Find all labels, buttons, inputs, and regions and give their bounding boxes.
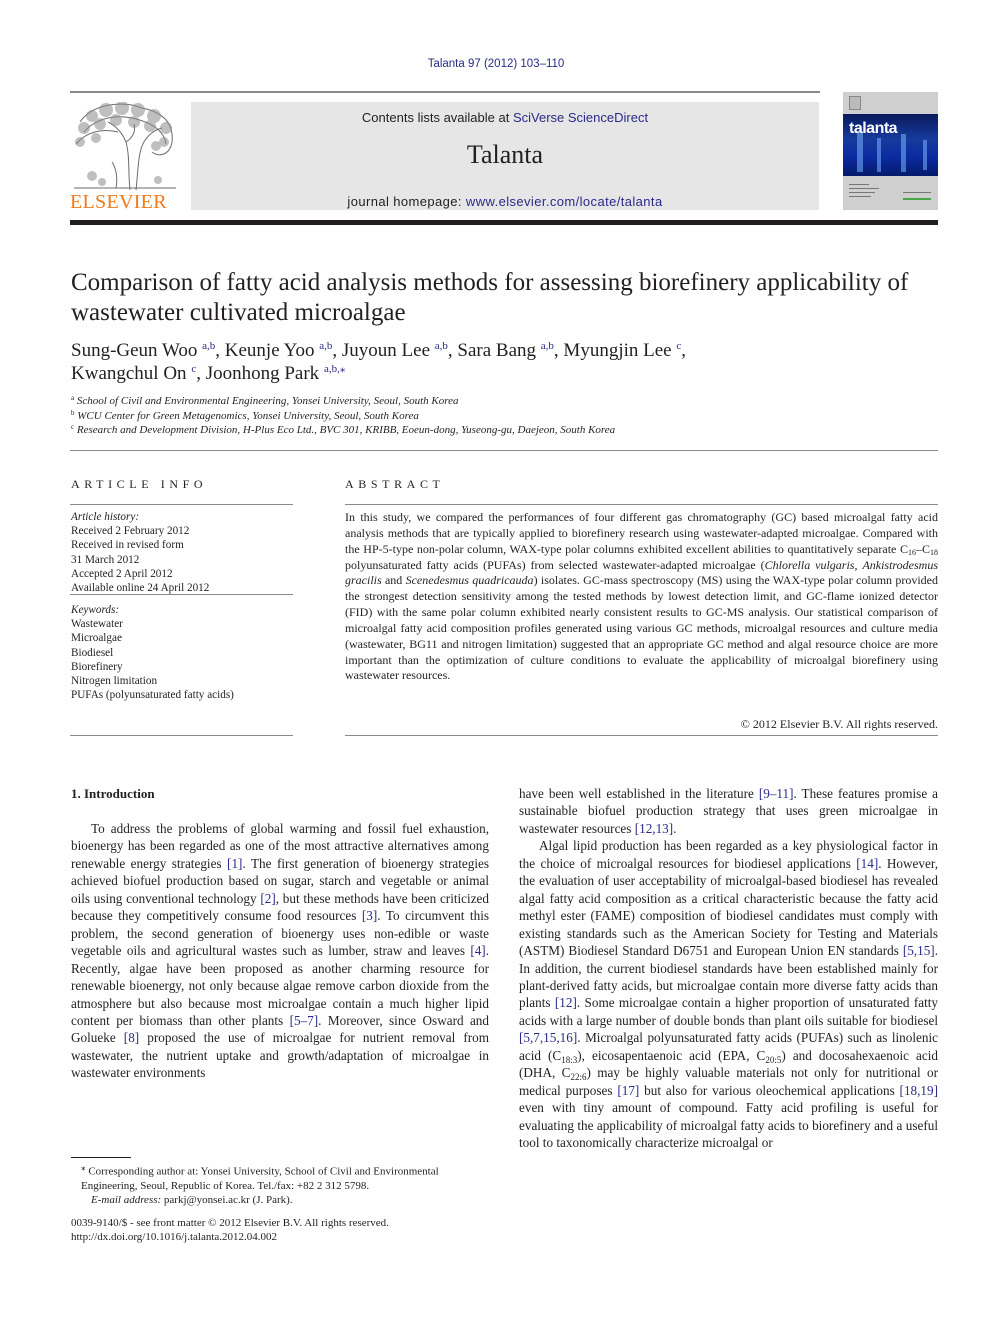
citation-link[interactable]: [8]: [124, 1030, 139, 1045]
author[interactable]: Myungjin Lee c: [563, 340, 681, 361]
body-column-left: To address the problems of global warmin…: [71, 820, 489, 1082]
footnote-divider: [71, 1157, 131, 1158]
elsevier-tree-icon: [74, 102, 176, 190]
elsevier-logo[interactable]: ELSEVIER: [70, 102, 182, 213]
citation-link[interactable]: [17]: [617, 1083, 639, 1098]
abstract-heading: ABSTRACT: [345, 477, 445, 491]
citation-link[interactable]: [5,7,15,16]: [519, 1030, 577, 1045]
divider: [70, 594, 293, 595]
history-item: 31 March 2012: [71, 553, 140, 566]
cover-publisher-icon: [849, 96, 861, 110]
keyword: Biodiesel: [71, 646, 114, 659]
body-column-right: have been well established in the litera…: [519, 785, 938, 1152]
cover-green-line: [903, 198, 931, 200]
citation-link[interactable]: [3]: [362, 908, 377, 923]
journal-title: Talanta: [466, 140, 544, 169]
email-address[interactable]: parkj@yonsei.ac.kr (J. Park).: [161, 1194, 293, 1206]
keyword: Wastewater: [71, 618, 123, 631]
keywords: Keywords: Wastewater Microalgae Biodiese…: [71, 603, 293, 702]
contents-line: Contents lists available at SciVerse Sci…: [191, 110, 819, 125]
divider: [345, 735, 938, 736]
citation-link[interactable]: [12,13]: [635, 821, 673, 836]
abstract-copyright: © 2012 Elsevier B.V. All rights reserved…: [740, 717, 938, 731]
paragraph: Algal lipid production has been regarded…: [519, 838, 939, 1151]
keyword: Nitrogen limitation: [71, 675, 158, 688]
history-label: Article history:: [71, 511, 140, 523]
citation-link[interactable]: [9–11]: [759, 786, 794, 801]
homepage-line: journal homepage: www.elsevier.com/locat…: [191, 194, 819, 209]
keyword: Microalgae: [71, 632, 122, 645]
issn-line: 0039-9140/$ - see front matter © 2012 El…: [71, 1217, 389, 1229]
masthead-thick-divider: [70, 220, 938, 225]
article-info-heading: ARTICLE INFO: [71, 477, 208, 491]
journal-homepage-link[interactable]: www.elsevier.com/locate/talanta: [466, 194, 663, 209]
keyword: PUFAs (polyunsaturated fatty acids): [71, 689, 234, 702]
author[interactable]: Keunje Yoo a,b: [225, 340, 333, 361]
keyword: Biorefinery: [71, 660, 123, 673]
sciencedirect-link[interactable]: SciVerse ScienceDirect: [513, 110, 648, 125]
author[interactable]: Sung-Geun Woo a,b: [71, 340, 215, 361]
journal-masthead: Contents lists available at SciVerse Sci…: [191, 102, 819, 210]
affiliation: b WCU Center for Green Metagenomics, Yon…: [71, 408, 419, 422]
article-title: Comparison of fatty acid analysis method…: [71, 269, 909, 326]
history-item: Received in revised form: [71, 539, 184, 552]
citation-link[interactable]: [14]: [856, 856, 878, 871]
citation-link[interactable]: [4]: [470, 943, 485, 958]
affiliation: a School of Civil and Environmental Engi…: [71, 394, 459, 408]
citation-link[interactable]: [5–7]: [290, 1013, 319, 1028]
history-item: Accepted 2 April 2012: [71, 567, 173, 580]
email-label: E-mail address:: [91, 1194, 162, 1207]
corresponding-author-footnote: ⁎ Corresponding author at: Yonsei Univer…: [81, 1162, 439, 1207]
journal-cover-thumbnail[interactable]: talanta: [843, 92, 938, 210]
homepage-prefix: journal homepage:: [347, 194, 466, 209]
doi-link[interactable]: http://dx.doi.org/10.1016/j.talanta.2012…: [71, 1230, 491, 1244]
divider: [345, 504, 938, 505]
author[interactable]: Joonhong Park a,b,⁎: [206, 363, 346, 384]
citation-link[interactable]: [12]: [555, 995, 577, 1010]
divider: [70, 735, 293, 736]
citation-link[interactable]: [1]: [227, 856, 242, 871]
affiliation: c Research and Development Division, H-P…: [71, 423, 616, 437]
author-list: Sung-Geun Woo a,b, Keunje Yoo a,b, Juyou…: [71, 340, 686, 384]
keywords-label: Keywords:: [71, 604, 120, 616]
paragraph: have been well established in the litera…: [519, 786, 938, 836]
abstract-text: In this study, we compared the performan…: [345, 510, 938, 683]
citation-link[interactable]: [18,19]: [900, 1083, 938, 1098]
section-heading-introduction: 1. Introduction: [71, 786, 155, 801]
front-matter: 0039-9140/$ - see front matter © 2012 El…: [71, 1216, 491, 1244]
paragraph: To address the problems of global warmin…: [71, 821, 489, 1081]
author[interactable]: Juyoun Lee a,b: [342, 340, 448, 361]
divider: [70, 504, 293, 505]
elsevier-wordmark: ELSEVIER: [70, 191, 167, 213]
affiliations: a School of Civil and Environmental Engi…: [71, 394, 931, 438]
citation-link[interactable]: [2]: [260, 891, 275, 906]
cover-title: talanta: [849, 120, 898, 137]
history-item: Received 2 February 2012: [71, 525, 190, 538]
citation-link[interactable]: [5,15]: [903, 943, 935, 958]
contents-prefix: Contents lists available at: [361, 110, 513, 125]
author[interactable]: Sara Bang a,b: [457, 340, 554, 361]
author[interactable]: Kwangchul On c: [71, 363, 196, 384]
article-history: Article history: Received 2 February 201…: [71, 510, 293, 595]
title-divider: [70, 450, 938, 451]
header-divider: [70, 91, 820, 93]
journal-citation-link[interactable]: Talanta 97 (2012) 103–110: [0, 58, 992, 70]
